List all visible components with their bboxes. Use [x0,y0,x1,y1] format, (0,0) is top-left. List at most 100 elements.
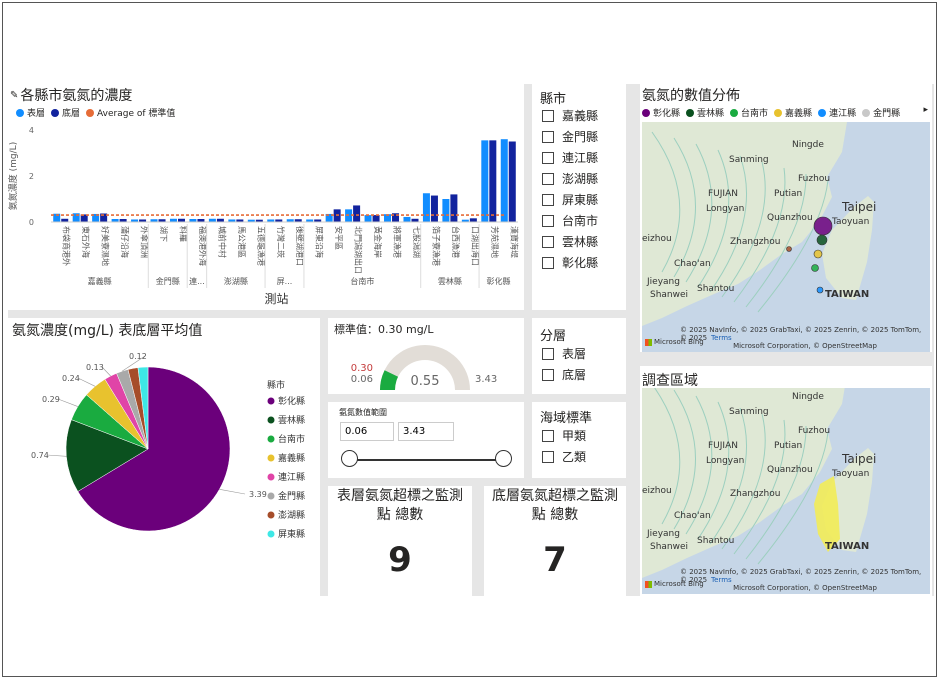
x-tick-label: 蒲仔沿海 [120,226,130,258]
bing-icon [645,580,652,588]
range-slicer-card: 氨氮數值範圍 [328,402,524,478]
pie-leader-line [57,398,78,407]
county-option-label: 澎湖縣 [562,172,599,186]
bar-surface[interactable] [403,216,411,222]
checkbox[interactable] [542,193,554,206]
terms-link[interactable]: Terms [711,576,732,584]
layer-option-label: 底層 [562,368,587,382]
county-option[interactable]: 嘉義縣 [542,105,598,126]
sea-standard-option[interactable]: 乙類 [542,446,586,467]
county-option[interactable]: 彰化縣 [542,252,598,273]
x-group-label: 金門縣 [156,276,180,286]
survey-area-map[interactable]: Ningde Sanming Fuzhou FUJIAN Putian Longyan Qu… [642,388,930,594]
checkbox[interactable] [542,214,554,227]
checkbox[interactable] [542,235,554,248]
terms-link[interactable]: Terms [711,334,732,342]
bar-surface[interactable] [500,139,508,222]
legend-swatch [642,108,650,117]
map-legend-label: 雲林縣 [697,109,725,119]
checkbox[interactable] [542,256,554,269]
county-option-label: 金門縣 [562,130,599,144]
x-tick-label: 湖下 [159,226,168,242]
y-tick-label: 4 [29,126,34,135]
map-bubble[interactable] [811,264,819,272]
sea-standard-option[interactable]: 甲類 [542,425,586,446]
map-bubble[interactable] [816,286,824,294]
map-terrain [642,122,930,352]
county-option[interactable]: 連江縣 [542,147,598,168]
legend-swatch [686,108,695,117]
checkbox[interactable] [542,450,554,463]
map-label-taipei: Taipei [842,452,877,466]
range-min-input[interactable] [340,422,394,441]
bar-bottom[interactable] [489,140,497,222]
bar-bottom[interactable] [430,195,438,222]
kpi-surface-card: 表層氨氮超標之監測 點 總數 9 [328,486,472,596]
layer-option[interactable]: 底層 [542,364,586,385]
county-slicer: 縣市 嘉義縣 金門縣 連江縣 澎湖縣 屏東縣 台南市 雲林縣 彰化縣 [532,84,626,310]
bar-chart[interactable]: 氨氮濃度 (mg/L)024布袋商港外 東石外海 好美寮濕地 蒲仔沿海 外傘頂洲 湖下 料羅… [8,84,524,310]
map-bubble[interactable] [813,216,833,236]
bar-surface[interactable] [481,140,489,222]
checkbox[interactable] [542,429,554,442]
x-group-label: 彰化縣 [487,276,511,286]
map-distribution-card: 氨氮的數值分佈 彰化縣 雲林縣 台南市 嘉義縣 連江縣 金門縣 ▸ Ningde Sanmi… [640,84,932,352]
checkbox[interactable] [542,130,554,143]
attribution-line2: Microsoft Corporation, © OpenStreetMap [733,584,877,592]
pie-legend-label: 台南市 [278,433,305,445]
x-group-label: 澎湖縣 [224,276,248,286]
county-option[interactable]: 雲林縣 [542,231,598,252]
map-label-fujian: FUJIAN [708,189,738,199]
checkbox[interactable] [542,172,554,185]
map-bubble[interactable] [813,249,823,259]
map-label-taoyuan: Taoyuan [832,217,870,227]
pie-data-label: 0.12 [129,352,147,361]
pie-legend-swatch [267,454,275,462]
bar-bottom[interactable] [353,205,361,222]
range-max-input[interactable] [398,422,454,441]
sea-standard-option-label: 乙類 [562,450,587,464]
pie-chart[interactable]: 3.39 0.74 0.29 0.24 0.13 0.12 縣市彰化縣雲林縣台南市嘉義縣連江… [8,318,320,596]
bing-logo: Microsoft Bing [645,338,704,346]
attribution-line1: © 2025 NavInfo, © 2025 GrabTaxi, © 2025 … [680,326,930,342]
bar-bottom[interactable] [450,194,458,222]
county-option[interactable]: 金門縣 [542,126,598,147]
range-slicer-title: 氨氮數值範圍 [339,408,387,417]
range-min-handle[interactable] [341,450,358,467]
county-option-label: 雲林縣 [562,235,599,249]
map-label-zhangzhou: Zhangzhou [730,237,781,247]
legend-swatch [862,108,871,117]
bar-chart-card: ✎ 各縣市氨氮的濃度 表層 底層 Average of 標準值 氨氮濃度 (mg… [8,84,524,310]
county-option[interactable]: 澎湖縣 [542,168,598,189]
pie-legend-swatch [267,473,275,481]
chevron-right-icon[interactable]: ▸ [923,105,928,115]
pie-legend-label: 連江縣 [278,471,305,483]
checkbox[interactable] [542,347,554,360]
map-label-jieyang: Jieyang [647,277,680,287]
bar-surface[interactable] [442,199,450,222]
map-bubble[interactable] [816,234,828,246]
county-option-label: 彰化縣 [562,256,599,270]
map-legend-label: 金門縣 [873,109,901,119]
pie-legend-label: 彰化縣 [278,395,305,407]
bar-bottom[interactable] [469,218,477,222]
bar-bottom[interactable] [508,141,516,223]
county-option[interactable]: 屏東縣 [542,189,598,210]
checkbox[interactable] [542,368,554,381]
map-distribution[interactable]: Ningde Sanming Fuzhou FUJIAN Putian Longyan Qu… [642,122,930,352]
pie-legend-label: 澎湖縣 [278,509,305,521]
bar-surface[interactable] [422,193,430,222]
bar-bottom[interactable] [372,215,380,222]
county-slicer-list: 嘉義縣金門縣連江縣澎湖縣屏東縣 台南市雲林縣彰化縣 [542,105,598,273]
county-option[interactable]: 台南市 [542,210,598,231]
pie-leader-line [46,454,67,457]
x-tick-label: 北門潟湖出口 [354,226,364,274]
layer-option[interactable]: 表層 [542,343,586,364]
map-bubble[interactable] [786,246,792,252]
map-legend-item: 金門縣 [862,106,900,119]
map-label-eizhou: eizhou [642,486,672,496]
range-max-handle[interactable] [495,450,512,467]
checkbox[interactable] [542,151,554,164]
bar-surface[interactable] [364,215,372,222]
checkbox[interactable] [542,109,554,122]
